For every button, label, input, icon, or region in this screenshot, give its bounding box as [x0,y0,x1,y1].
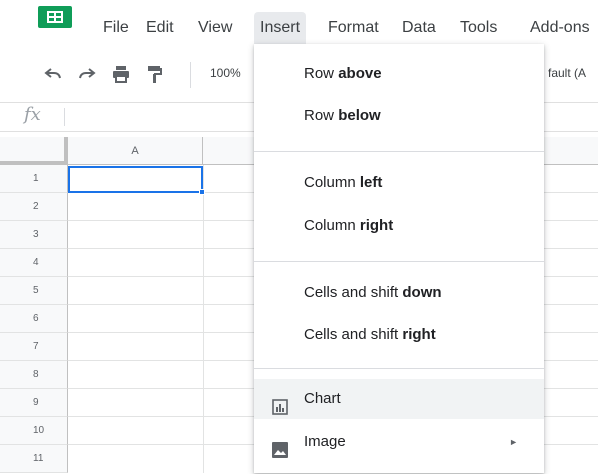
menu-tools[interactable]: Tools [454,12,503,44]
menu-divider [254,151,544,152]
row-header[interactable]: 2 [0,193,68,221]
row-header[interactable]: 1 [0,165,68,193]
row-header[interactable]: 4 [0,249,68,277]
image-icon [272,434,288,458]
menu-divider [254,368,544,369]
row-header[interactable]: 11 [0,445,68,473]
fill-handle[interactable] [199,189,205,195]
redo-icon[interactable] [76,64,98,86]
menu-view[interactable]: View [192,12,238,44]
paint-format-icon[interactable] [144,64,166,86]
insert-menu-dropdown: Row above Row below Column left Column r… [254,44,544,473]
fx-icon: fx [24,104,41,125]
menu-image[interactable]: Image ► [254,422,544,462]
menu-file[interactable]: File [97,12,135,44]
row-header[interactable]: 6 [0,305,68,333]
menu-chart[interactable]: Chart [254,379,544,419]
font-select[interactable]: fault (A [548,66,586,80]
column-header-a[interactable]: A [68,137,203,165]
row-header[interactable]: 5 [0,277,68,305]
selected-cell-a1[interactable] [68,166,203,193]
menu-column-right[interactable]: Column right [254,206,544,246]
select-all-corner[interactable] [0,137,68,165]
print-icon[interactable] [110,64,132,86]
menu-divider [254,261,544,262]
row-header[interactable]: 10 [0,417,68,445]
row-header[interactable]: 3 [0,221,68,249]
sheets-logo-icon[interactable] [38,6,72,28]
menu-cells-shift-down[interactable]: Cells and shift down [254,273,544,313]
menu-addons[interactable]: Add-ons [524,12,598,44]
menu-insert[interactable]: Insert [254,12,307,44]
menu-edit[interactable]: Edit [140,12,180,44]
menu-row-below[interactable]: Row below [254,96,544,136]
row-header[interactable]: 7 [0,333,68,361]
menu-cells-shift-right[interactable]: Cells and shift right [254,315,544,355]
row-header[interactable]: 8 [0,361,68,389]
formula-divider [64,108,65,126]
menu-data[interactable]: Data [396,12,442,44]
toolbar-divider [190,62,191,88]
submenu-arrow-icon: ► [509,437,518,447]
grid-line [203,165,204,473]
row-header[interactable]: 9 [0,389,68,417]
menu-format[interactable]: Format [322,12,385,44]
chart-icon [272,391,288,415]
menu-row-above[interactable]: Row above [254,54,544,94]
menu-column-left[interactable]: Column left [254,163,544,203]
zoom-select[interactable]: 100% [210,66,241,80]
undo-icon[interactable] [42,64,64,86]
